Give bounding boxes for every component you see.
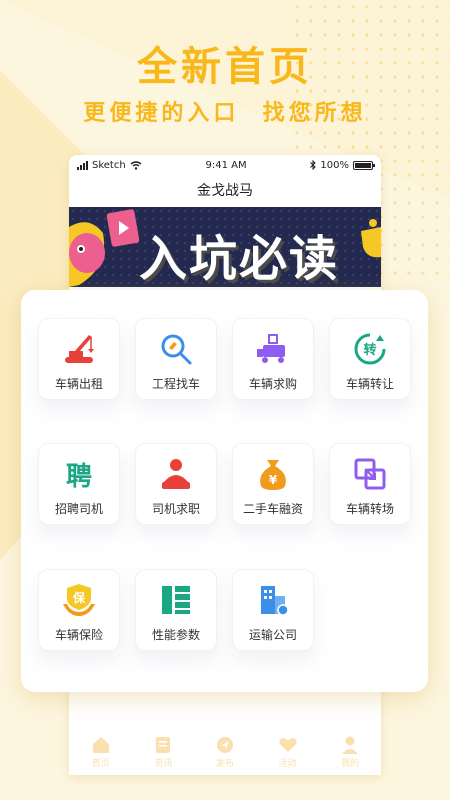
tab-home[interactable]: 首页 [91, 736, 111, 769]
carrier-label: Sketch [92, 159, 126, 171]
grid-item-label: 车辆出租 [54, 377, 103, 391]
grid-item-label: 二手车融资 [242, 502, 303, 516]
svg-text:¥: ¥ [269, 473, 278, 487]
grid-item-vehicle-insurance[interactable]: 保 车辆保险 [38, 569, 120, 651]
grid-item-vehicle-transfer[interactable]: 转 车辆转让 [329, 318, 411, 400]
promo-headline: 全新首页 [137, 44, 313, 90]
relocate-icon [354, 458, 386, 490]
transfer-icon: 转 [354, 333, 386, 365]
company-icon [261, 586, 289, 616]
battery-icon [353, 160, 375, 170]
tab-label: 发布 [215, 759, 234, 769]
trophy-icon [361, 219, 381, 258]
driver-icon [162, 459, 190, 489]
signal-icon [77, 160, 88, 170]
grid-item-label: 车辆转场 [345, 502, 394, 516]
tab-label: 首页 [91, 759, 110, 769]
promo-subline: 更便捷的入口 找您所想 [83, 101, 367, 126]
grid-item-label: 车辆转让 [345, 377, 394, 391]
svg-text:聘: 聘 [66, 462, 92, 492]
tab-label: 资讯 [154, 759, 173, 769]
money-bag-icon: ¥ [260, 460, 286, 490]
recruit-icon: 聘 [66, 462, 92, 492]
grid-item-label: 车辆保险 [54, 628, 103, 642]
grid-item-performance-params[interactable]: 性能参数 [135, 569, 217, 651]
grid-item-label: 车辆求购 [248, 377, 297, 391]
tab-profile[interactable]: 我的 [341, 736, 359, 769]
grid-item-label: 司机求职 [151, 502, 200, 516]
tab-publish[interactable]: 发布 [216, 736, 234, 769]
bluetooth-icon [310, 160, 317, 170]
profile-icon [342, 736, 359, 754]
svg-text:保: 保 [72, 590, 86, 605]
magnifier-icon [161, 334, 192, 365]
tab-bar: 首页 资讯 发布 活动 我的 [69, 730, 381, 775]
news-icon [156, 737, 171, 753]
tab-label: 我的 [341, 759, 360, 769]
grid-item-find-vehicle[interactable]: 工程找车 [135, 318, 217, 400]
grid-item-label: 工程找车 [151, 377, 200, 391]
grid-item-vehicle-rental[interactable]: 车辆出租 [38, 318, 120, 400]
tab-activity[interactable]: 活动 [278, 736, 298, 769]
grid-item-transport-company[interactable]: 运输公司 [232, 569, 314, 651]
banner-title: 入坑必读 [139, 231, 340, 287]
grid-item-label: 运输公司 [248, 628, 297, 642]
grid-item-driver-job[interactable]: 司机求职 [135, 443, 217, 525]
insurance-icon: 保 [63, 584, 95, 616]
grid-item-used-car-finance[interactable]: ¥ 二手车融资 [232, 443, 314, 525]
grid-item-recruit-driver[interactable]: 聘 招聘司机 [38, 443, 120, 525]
grid-item-vehicle-purchase[interactable]: 车辆求购 [232, 318, 314, 400]
home-icon [92, 737, 109, 753]
tab-news[interactable]: 资讯 [154, 736, 172, 769]
grid-item-label: 招聘司机 [54, 502, 103, 516]
parameters-icon [162, 586, 190, 614]
feature-card: 车辆出租 工程找车 车辆求购 转 车辆转让 聘 招聘司机 司机求职 ¥ 二手车融… [21, 290, 428, 692]
crane-icon [65, 335, 94, 363]
publish-icon [216, 737, 233, 753]
tab-label: 活动 [278, 759, 297, 769]
grid-item-label: 性能参数 [151, 628, 200, 642]
battery-percent: 100% [320, 159, 349, 171]
grid-item-vehicle-relocate[interactable]: 车辆转场 [329, 443, 411, 525]
app-title: 金戈战马 [197, 183, 253, 199]
activity-icon [278, 738, 297, 752]
svg-text:转: 转 [363, 342, 376, 358]
status-bar: Sketch 9:41 AM 100% [69, 155, 381, 175]
banner[interactable]: 入坑必读 [69, 207, 381, 287]
wifi-icon [130, 160, 142, 170]
truck-icon [257, 334, 285, 363]
status-time: 9:41 AM [205, 159, 247, 171]
cartoon-character-icon [69, 209, 139, 287]
